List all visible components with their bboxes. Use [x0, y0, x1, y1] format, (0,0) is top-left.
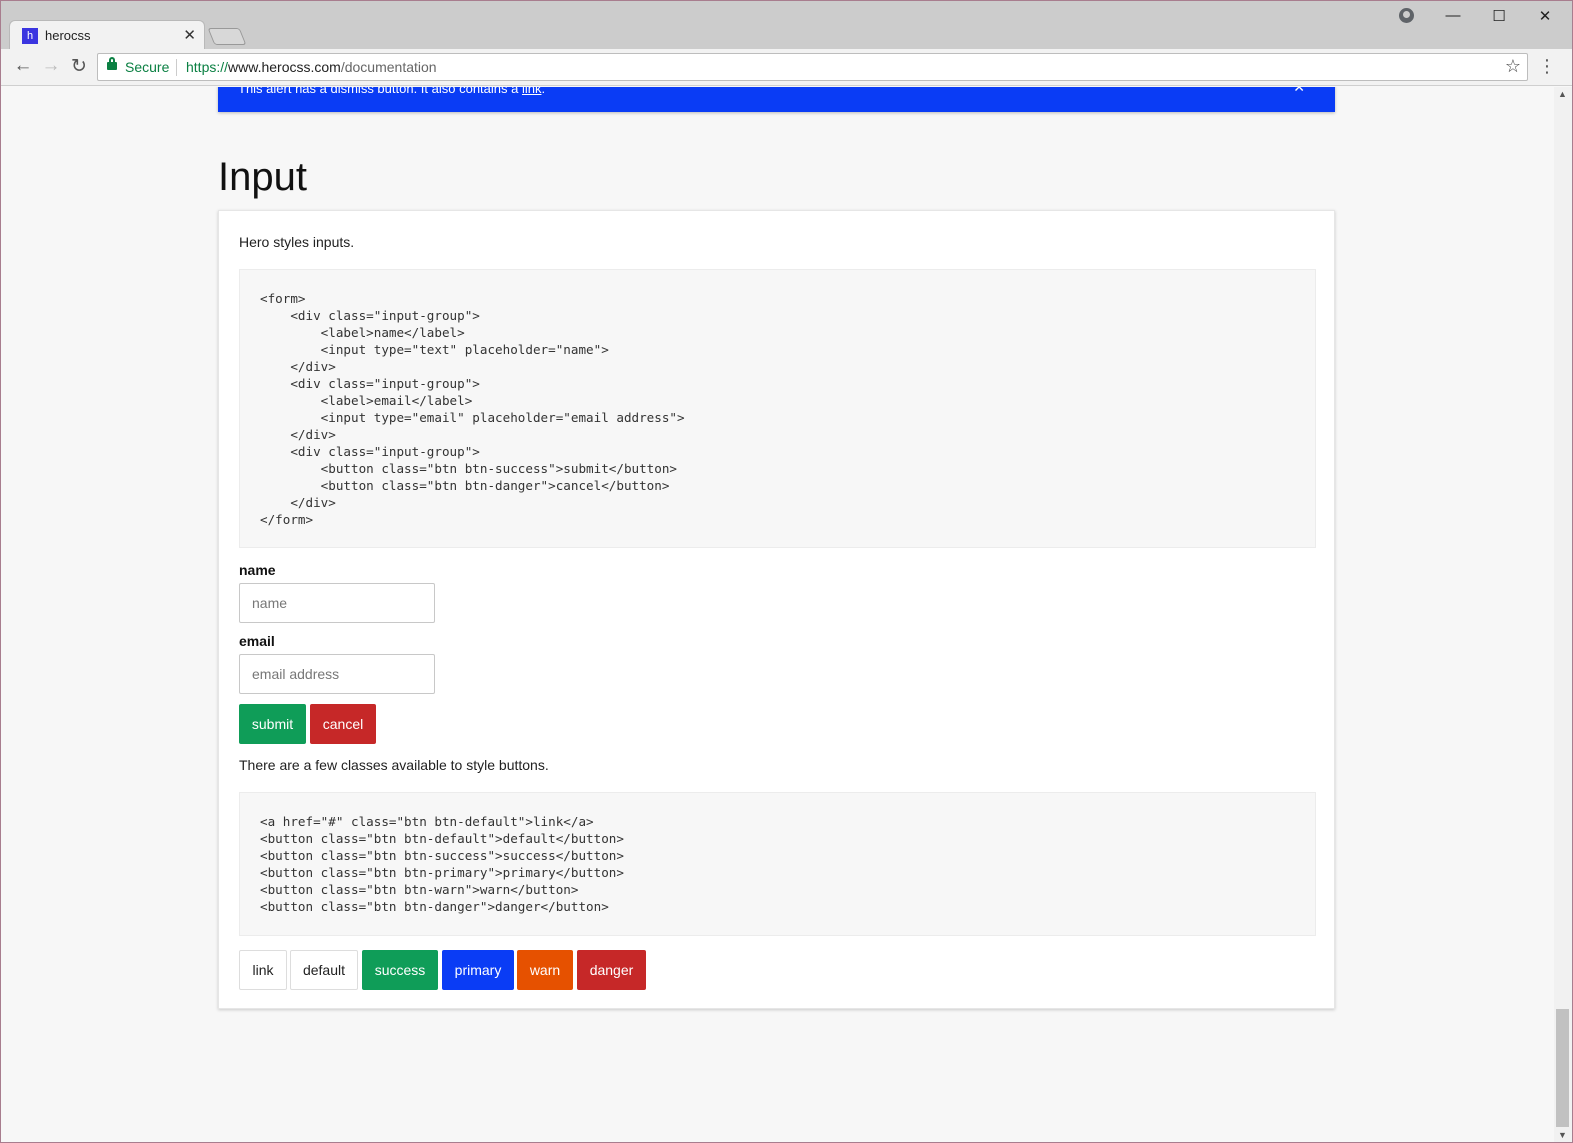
address-bar[interactable]: Secure https://www.herocss.com/documenta…	[97, 53, 1528, 81]
name-label: name	[239, 562, 276, 578]
alert-period: .	[541, 87, 546, 96]
email-input[interactable]	[239, 654, 435, 694]
section-title: Input	[218, 155, 307, 199]
cancel-button[interactable]: cancel	[310, 704, 376, 744]
warn-button[interactable]: warn	[517, 950, 573, 990]
forward-icon[interactable]: →	[39, 55, 63, 77]
url-scheme: https://	[186, 59, 229, 75]
browser-window: h herocss ✕ — ☐ ✕ ← → ↻ Secure https://w…	[0, 0, 1573, 1143]
buttons-code-block: <a href="#" class="btn btn-default">link…	[239, 792, 1316, 936]
link-button[interactable]: link	[239, 950, 287, 990]
alert-message: This alert has a dismiss button. It also…	[238, 87, 522, 96]
tab-close-icon[interactable]: ✕	[183, 26, 196, 44]
back-icon[interactable]: ←	[11, 55, 35, 77]
primary-button[interactable]: primary	[442, 950, 514, 990]
profile-icon[interactable]	[1399, 8, 1414, 23]
alert-link[interactable]: link	[522, 87, 542, 96]
new-tab-button[interactable]	[207, 28, 247, 45]
url-text[interactable]: https://www.herocss.com/documentation	[186, 59, 437, 75]
alert-dismiss-icon[interactable]: ✕	[1293, 87, 1305, 96]
close-window-icon[interactable]: ✕	[1530, 7, 1560, 25]
tab-title: herocss	[45, 28, 91, 43]
bookmark-star-icon[interactable]: ☆	[1505, 56, 1521, 77]
danger-button[interactable]: danger	[577, 950, 646, 990]
alert-text: This alert has a dismiss button. It also…	[238, 87, 545, 96]
scroll-down-icon[interactable]: ▼	[1558, 1130, 1567, 1140]
buttons-description: There are a few classes available to sty…	[239, 757, 549, 773]
browser-tab[interactable]: h herocss ✕	[9, 20, 205, 50]
intro-text: Hero styles inputs.	[239, 234, 355, 250]
browser-toolbar: ← → ↻ Secure https://www.herocss.com/doc…	[1, 49, 1572, 86]
title-bar: h herocss ✕ — ☐ ✕	[1, 1, 1572, 50]
scroll-thumb[interactable]	[1556, 1009, 1569, 1127]
default-button[interactable]: default	[290, 950, 358, 990]
vertical-scrollbar[interactable]: ▲ ▼	[1554, 87, 1572, 1142]
page-viewport: This alert has a dismiss button. It also…	[1, 87, 1554, 1142]
favicon-icon: h	[22, 28, 38, 44]
alert-banner: This alert has a dismiss button. It also…	[218, 87, 1335, 112]
success-button[interactable]: success	[362, 950, 438, 990]
scroll-up-icon[interactable]: ▲	[1558, 89, 1567, 99]
lock-icon	[107, 57, 117, 70]
menu-icon[interactable]: ⋮	[1538, 57, 1556, 75]
reload-icon[interactable]: ↻	[67, 55, 91, 78]
submit-button[interactable]: submit	[239, 704, 306, 744]
name-input[interactable]	[239, 583, 435, 623]
input-card: Hero styles inputs. <form> <div class="i…	[218, 210, 1335, 1009]
secure-label: Secure	[125, 59, 170, 75]
minimize-icon[interactable]: —	[1438, 7, 1468, 24]
email-label: email	[239, 633, 275, 649]
form-code-block: <form> <div class="input-group"> <label>…	[239, 269, 1316, 548]
maximize-icon[interactable]: ☐	[1484, 7, 1514, 25]
omnibox-divider	[176, 59, 177, 76]
url-host: www.herocss.com	[228, 59, 341, 75]
url-path: /documentation	[340, 59, 437, 75]
